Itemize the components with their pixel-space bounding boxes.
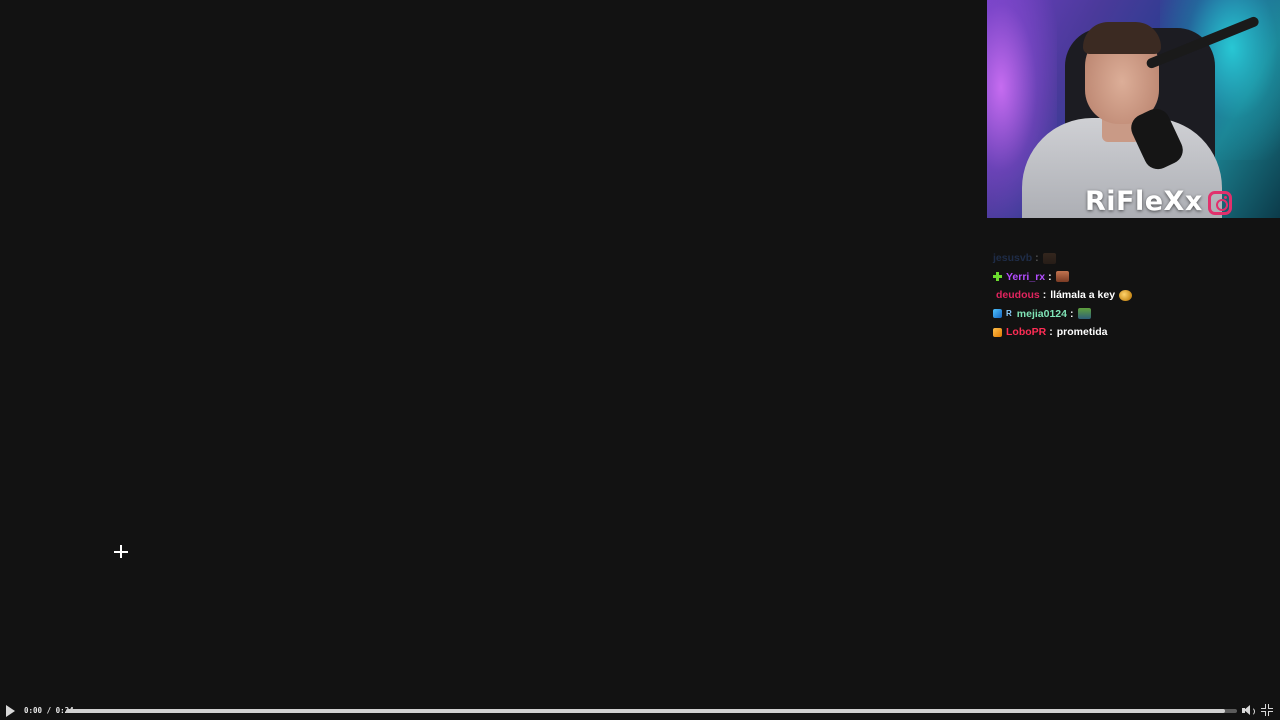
chat-message: jesusvb :: [993, 249, 1278, 268]
player-controls: 0:00 / 0:24: [0, 700, 1280, 720]
instagram-icon: [1208, 191, 1232, 215]
chat-username: LoboPR: [1006, 326, 1047, 339]
streamer-hair: [1083, 22, 1161, 54]
play-button[interactable]: [4, 705, 16, 717]
fullscreen-icon: [1261, 704, 1266, 709]
chat-message: deudous : llámala a key: [993, 286, 1278, 305]
cube-badge-icon: [993, 309, 1002, 319]
chat-separator: :: [1070, 307, 1074, 320]
chat-separator: :: [1049, 326, 1053, 339]
video-player[interactable]: RiFleXx jesusvb : Yerri_rx : deudous : l…: [0, 0, 1280, 720]
chat-separator: :: [1048, 270, 1052, 283]
cube-badge-icon: [993, 327, 1002, 337]
crosshair-cursor-icon: [114, 545, 128, 558]
chat-message: Yerri_rx :: [993, 268, 1278, 287]
current-time: 0:00: [24, 706, 43, 715]
chat-badge-letter: R: [1006, 309, 1012, 319]
volume-icon-wave: [1249, 707, 1255, 716]
streamer-name: RiFleXx: [1085, 186, 1203, 217]
volume-button[interactable]: [1242, 704, 1256, 717]
chat-separator: :: [1042, 289, 1047, 302]
seek-progress: [66, 709, 1226, 713]
webcam-overlay: RiFleXx: [987, 0, 1280, 218]
fullscreen-icon-corner: [1268, 704, 1273, 709]
gold-emote-icon: [1119, 289, 1133, 301]
fullscreen-icon-corner: [1268, 711, 1273, 716]
plus-badge-icon: [993, 272, 1002, 282]
time-separator: /: [42, 706, 56, 715]
chat-overlay: jesusvb : Yerri_rx : deudous : llámala a…: [993, 249, 1278, 342]
chat-username: jesusvb: [993, 252, 1033, 265]
chat-username: mejia0124: [1016, 307, 1067, 320]
face-emote-icon: [1055, 271, 1069, 283]
brown-emote-icon: [1042, 252, 1056, 264]
fullscreen-button[interactable]: [1261, 704, 1273, 716]
chat-message: R mejia0124 :: [993, 305, 1278, 324]
chat-separator: :: [1035, 252, 1039, 265]
seek-bar[interactable]: [66, 709, 1237, 713]
green-emote-icon: [1077, 308, 1091, 320]
chat-username: deudous: [996, 289, 1040, 302]
play-icon: [6, 705, 15, 717]
chat-message: LoboPR : prometida: [993, 323, 1278, 342]
fullscreen-icon-corner: [1261, 711, 1266, 716]
chat-username: Yerri_rx: [1006, 270, 1046, 283]
chat-text: prometida: [1056, 326, 1108, 339]
chat-text: llámala a key: [1050, 289, 1116, 302]
